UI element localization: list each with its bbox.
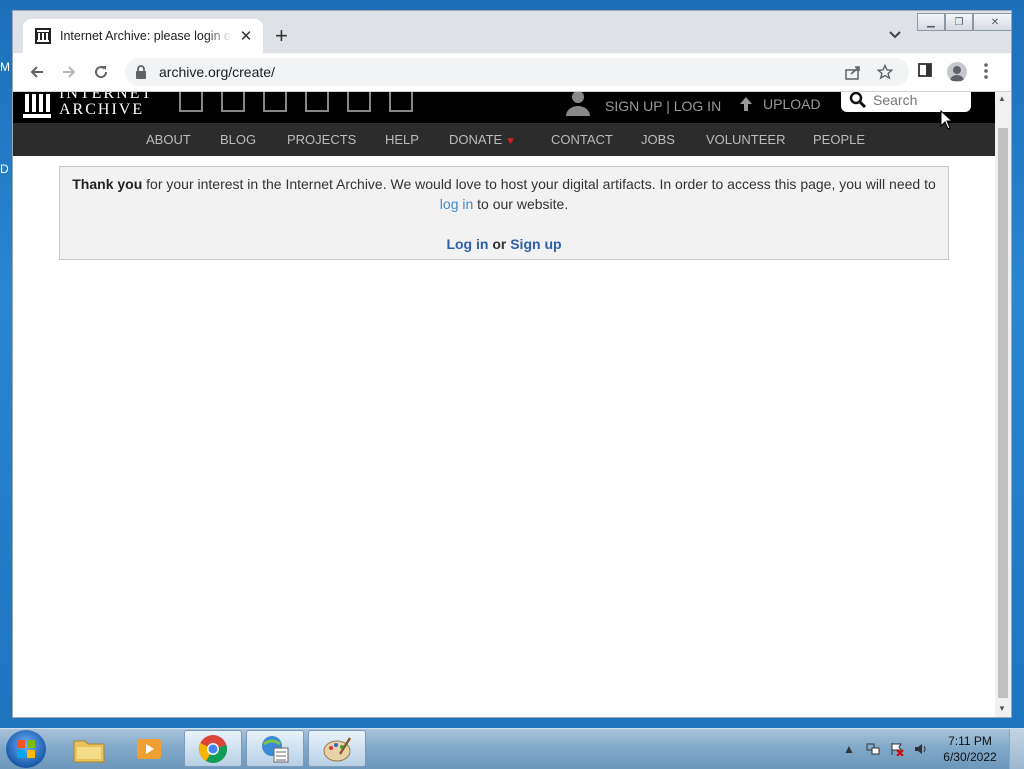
- notice-message: Thank you for your interest in the Inter…: [60, 174, 948, 214]
- nav-projects[interactable]: PROJECTS: [287, 132, 356, 147]
- nav-donate[interactable]: DONATE ♥: [449, 132, 514, 147]
- active-tab[interactable]: Internet Archive: please login or join ✕: [23, 19, 263, 53]
- login-button[interactable]: Log in: [446, 236, 488, 252]
- or-text: or: [492, 236, 507, 252]
- ia-logo[interactable]: INTERNET ARCHIVE: [23, 92, 153, 118]
- minimize-button[interactable]: ▁: [917, 13, 945, 31]
- page-scrollbar[interactable]: ▲ ▼: [995, 92, 1011, 717]
- ia-wordmark: INTERNET ARCHIVE: [59, 92, 153, 118]
- search-input[interactable]: [871, 92, 971, 109]
- user-silhouette-icon[interactable]: [565, 92, 591, 116]
- web-icon[interactable]: [179, 92, 203, 112]
- signup-button[interactable]: Sign up: [510, 236, 561, 252]
- scrollbar-thumb[interactable]: [998, 128, 1008, 698]
- software-disk-icon[interactable]: [347, 92, 371, 112]
- reload-icon[interactable]: [91, 62, 111, 82]
- notice-text-1: for your interest in the Internet Archiv…: [142, 176, 936, 192]
- folder-icon: [73, 740, 105, 762]
- scroll-down-arrow-icon[interactable]: ▼: [998, 704, 1006, 713]
- forward-arrow-icon[interactable]: [59, 62, 79, 82]
- nav-people[interactable]: PEOPLE: [813, 132, 865, 147]
- ia-temple-icon: [23, 94, 51, 118]
- back-arrow-icon[interactable]: [27, 62, 47, 82]
- lock-icon[interactable]: [135, 65, 149, 79]
- paint-taskbar-button[interactable]: [308, 730, 366, 767]
- chrome-icon: [198, 734, 228, 763]
- bookmark-star-icon[interactable]: [876, 63, 894, 85]
- chrome-taskbar-button[interactable]: [184, 730, 242, 767]
- browser-window: Internet Archive: please login or join ✕…: [12, 10, 1012, 718]
- upload-arrow-icon: [740, 97, 752, 111]
- video-film-icon[interactable]: [263, 92, 287, 112]
- globe-checklist-icon: [262, 735, 289, 762]
- desktop-icon-label: M: [0, 60, 10, 74]
- show-hidden-icons-arrow-icon[interactable]: ▲: [841, 742, 857, 756]
- nav-volunteer[interactable]: VOLUNTEER: [706, 132, 785, 147]
- clock-time: 7:11 PM: [948, 734, 992, 748]
- upload-label: UPLOAD: [763, 96, 821, 112]
- nav-contact[interactable]: CONTACT: [551, 132, 613, 147]
- upload-link[interactable]: UPLOAD: [739, 96, 821, 112]
- tab-title: Internet Archive: please login or join: [60, 29, 232, 43]
- menu-kebab-icon[interactable]: [983, 62, 989, 85]
- search-icon[interactable]: [849, 92, 867, 109]
- login-required-notice: Thank you for your interest in the Inter…: [59, 166, 949, 260]
- volume-speaker-icon[interactable]: [913, 742, 929, 756]
- internet-archive-favicon-icon: [35, 28, 51, 44]
- page-viewport: INTERNET ARCHIVE SIGN UP | LOG IN UPLOAD: [13, 92, 995, 717]
- images-icon[interactable]: [389, 92, 413, 112]
- share-icon[interactable]: [845, 64, 861, 85]
- maximize-button[interactable]: ❐: [945, 13, 973, 31]
- notice-text-2: to our website.: [473, 196, 569, 212]
- taskbar: ▲ 7:11 PM 6/30/2022: [0, 728, 1024, 769]
- network-icon[interactable]: [865, 742, 881, 756]
- scroll-up-arrow-icon[interactable]: ▲: [998, 94, 1006, 103]
- tab-close-icon[interactable]: ✕: [238, 28, 254, 45]
- url-text[interactable]: archive.org/create/: [159, 64, 275, 80]
- windows-logo-icon: [17, 740, 35, 758]
- clock-date: 6/30/2022: [943, 750, 997, 764]
- taskbar-clock[interactable]: 7:11 PM 6/30/2022: [939, 733, 1001, 765]
- notice-actions: Log in or Sign up: [60, 234, 948, 254]
- audio-speaker-icon[interactable]: [305, 92, 329, 112]
- tab-strip: Internet Archive: please login or join ✕…: [13, 11, 1011, 53]
- nav-about[interactable]: ABOUT: [146, 132, 191, 147]
- close-window-button[interactable]: ✕: [973, 13, 1011, 31]
- ia-logo-line2: ARCHIVE: [59, 101, 145, 118]
- signup-login-link[interactable]: SIGN UP | LOG IN: [605, 98, 721, 114]
- network-tool-taskbar-button[interactable]: [246, 730, 304, 767]
- texts-book-icon[interactable]: [221, 92, 245, 112]
- inline-login-link[interactable]: log in: [440, 196, 473, 212]
- system-tray: ▲ 7:11 PM 6/30/2022: [833, 729, 1024, 769]
- new-tab-button[interactable]: +: [275, 25, 288, 47]
- media-type-icons: [179, 92, 413, 112]
- window-controls: ▁ ❐ ✕: [917, 13, 1011, 31]
- address-bar[interactable]: archive.org/create/: [125, 58, 909, 86]
- ia-nav-bar: ABOUT BLOG PROJECTS HELP DONATE ♥ CONTACT…: [13, 123, 995, 156]
- ia-search-box[interactable]: [841, 92, 971, 112]
- nav-help[interactable]: HELP: [385, 132, 419, 147]
- media-player-taskbar-button[interactable]: [120, 730, 178, 767]
- nav-donate-label: DONATE: [449, 132, 503, 147]
- thank-you-text: Thank you: [72, 176, 143, 192]
- desktop-icon-label: D: [0, 162, 9, 176]
- start-button[interactable]: [6, 730, 46, 768]
- ia-top-bar: INTERNET ARCHIVE SIGN UP | LOG IN UPLOAD: [13, 92, 995, 123]
- side-panel-icon[interactable]: [917, 62, 933, 83]
- browser-toolbar: archive.org/create/: [13, 53, 1011, 92]
- show-desktop-button[interactable]: [1009, 729, 1024, 769]
- media-player-icon: [137, 738, 161, 759]
- nav-jobs[interactable]: JOBS: [641, 132, 675, 147]
- mouse-pointer-icon: [940, 109, 954, 135]
- profile-avatar-icon[interactable]: [947, 62, 967, 82]
- action-center-flag-icon[interactable]: [889, 742, 905, 756]
- nav-blog[interactable]: BLOG: [220, 132, 256, 147]
- file-explorer-taskbar-button[interactable]: [60, 730, 118, 767]
- heart-icon: ♥: [507, 135, 514, 147]
- tab-search-chevron-icon[interactable]: [888, 27, 902, 45]
- paint-palette-icon: [323, 736, 352, 761]
